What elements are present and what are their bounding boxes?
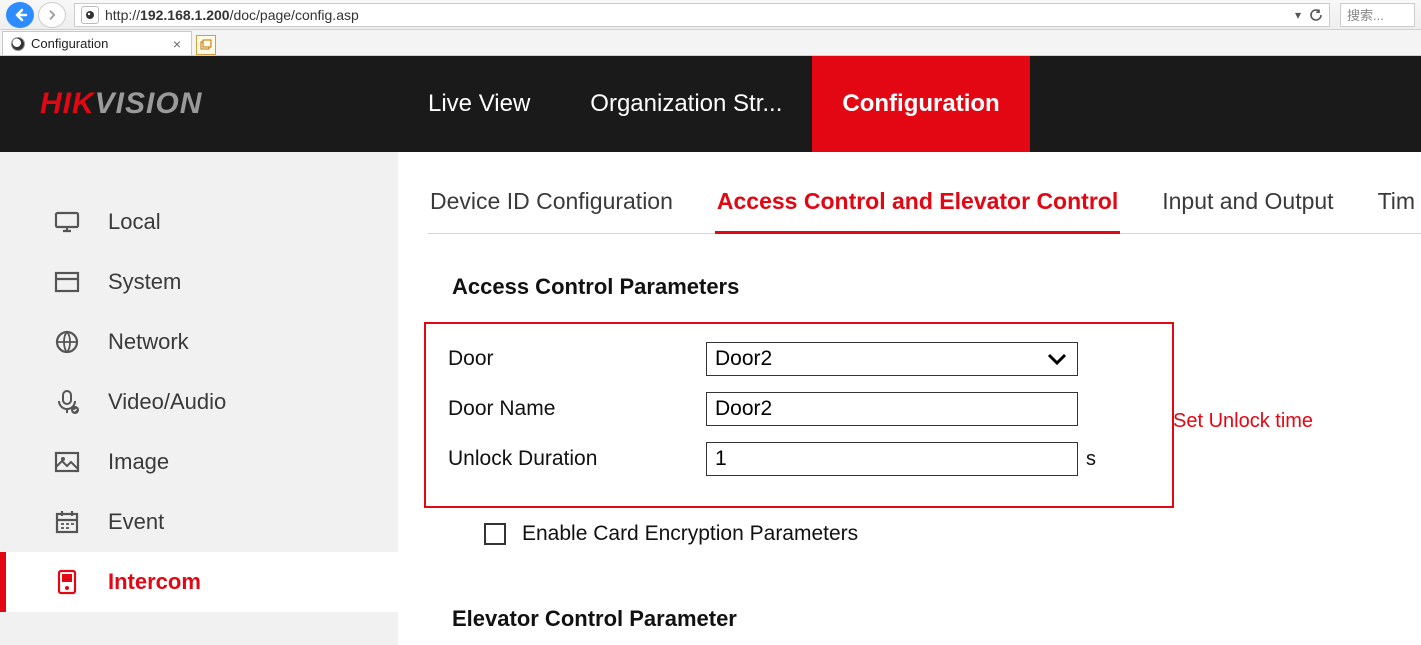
app-header: HIKVISION Live View Organization Str... … bbox=[0, 56, 1421, 152]
new-tab-button[interactable] bbox=[196, 35, 216, 55]
label-unlock-duration: Unlock Duration bbox=[438, 447, 706, 471]
row-unlock-duration: Unlock Duration s bbox=[438, 434, 1160, 484]
unlock-duration-input[interactable] bbox=[706, 442, 1078, 476]
sidebar-item-system[interactable]: System bbox=[0, 252, 398, 312]
dropdown-caret-icon[interactable]: ▾ bbox=[1295, 8, 1301, 22]
sidebar-item-video-audio[interactable]: Video/Audio bbox=[0, 372, 398, 432]
logo-part2: VISION bbox=[95, 87, 203, 121]
sidebar-item-event[interactable]: Event bbox=[0, 492, 398, 552]
back-button[interactable] bbox=[6, 2, 34, 28]
row-door: Door Door2 bbox=[438, 334, 1160, 384]
sub-tabs: Device ID Configuration Access Control a… bbox=[428, 182, 1421, 234]
tab-device-id[interactable]: Device ID Configuration bbox=[428, 182, 675, 223]
sidebar-item-network[interactable]: Network bbox=[0, 312, 398, 372]
sidebar-item-label: Image bbox=[108, 449, 169, 475]
door-name-input[interactable] bbox=[706, 392, 1078, 426]
door-select-value: Door2 bbox=[715, 347, 772, 371]
tab-access-control[interactable]: Access Control and Elevator Control bbox=[715, 182, 1120, 223]
browser-search-input[interactable]: 搜索... bbox=[1340, 3, 1415, 27]
search-placeholder: 搜索... bbox=[1347, 5, 1384, 24]
intercom-icon bbox=[52, 567, 82, 597]
forward-button[interactable] bbox=[38, 2, 66, 28]
section-title: Elevator Control Parameter bbox=[452, 606, 1421, 632]
section-title: Access Control Parameters bbox=[452, 274, 1421, 300]
sidebar-item-label: Video/Audio bbox=[108, 389, 226, 415]
calendar-icon bbox=[52, 507, 82, 537]
site-identity-icon bbox=[81, 6, 99, 24]
door-select[interactable]: Door2 bbox=[706, 342, 1078, 376]
tab-favicon-icon bbox=[11, 37, 25, 51]
elevator-control-section: Elevator Control Parameter bbox=[452, 606, 1421, 632]
address-bar[interactable]: http://192.168.1.200/doc/page/config.asp… bbox=[74, 3, 1330, 27]
highlight-box: Door Door2 Door Name Unlock Duration bbox=[424, 322, 1174, 508]
logo-part1: HIK bbox=[40, 87, 95, 121]
browser-tab-strip: Configuration × bbox=[0, 30, 1421, 56]
enable-encryption-label: Enable Card Encryption Parameters bbox=[522, 522, 858, 546]
sidebar-item-local[interactable]: Local bbox=[0, 192, 398, 252]
access-control-section: Access Control Parameters Door Door2 Doo… bbox=[452, 274, 1421, 546]
browser-tab[interactable]: Configuration × bbox=[2, 31, 192, 55]
browser-toolbar: http://192.168.1.200/doc/page/config.asp… bbox=[0, 0, 1421, 30]
sidebar-item-intercom[interactable]: Intercom bbox=[0, 552, 398, 612]
window-icon bbox=[52, 267, 82, 297]
content-pane: Device ID Configuration Access Control a… bbox=[398, 152, 1421, 645]
sidebar-item-label: Event bbox=[108, 509, 164, 535]
chevron-down-icon bbox=[1047, 352, 1067, 366]
address-bar-right: ▾ bbox=[1295, 8, 1323, 22]
url-text: http://192.168.1.200/doc/page/config.asp bbox=[105, 7, 1289, 23]
sidebar-item-label: Network bbox=[108, 329, 189, 355]
nav-live-view[interactable]: Live View bbox=[398, 56, 560, 152]
nav-organization[interactable]: Organization Str... bbox=[560, 56, 812, 152]
monitor-icon bbox=[52, 207, 82, 237]
row-door-name: Door Name bbox=[438, 384, 1160, 434]
annotation-set-unlock-time: Set Unlock time bbox=[1173, 410, 1313, 433]
logo: HIKVISION bbox=[0, 56, 398, 152]
image-icon bbox=[52, 447, 82, 477]
enable-encryption-checkbox[interactable] bbox=[484, 523, 506, 545]
nav-configuration[interactable]: Configuration bbox=[812, 56, 1029, 152]
main-area: Local System Network Video/Audio Image bbox=[0, 152, 1421, 645]
sidebar: Local System Network Video/Audio Image bbox=[0, 152, 398, 645]
close-tab-icon[interactable]: × bbox=[171, 36, 183, 52]
tab-time[interactable]: Tim bbox=[1376, 182, 1417, 223]
row-enable-encryption: Enable Card Encryption Parameters bbox=[484, 522, 1421, 546]
sidebar-item-label: Intercom bbox=[108, 569, 201, 595]
top-nav: Live View Organization Str... Configurat… bbox=[398, 56, 1030, 152]
unlock-unit: s bbox=[1086, 448, 1096, 471]
sidebar-item-label: System bbox=[108, 269, 181, 295]
label-door-name: Door Name bbox=[438, 397, 706, 421]
globe-icon bbox=[52, 327, 82, 357]
refresh-icon[interactable] bbox=[1309, 8, 1323, 22]
sidebar-item-image[interactable]: Image bbox=[0, 432, 398, 492]
sidebar-item-label: Local bbox=[108, 209, 161, 235]
label-door: Door bbox=[438, 347, 706, 371]
mic-icon bbox=[52, 387, 82, 417]
tab-input-output[interactable]: Input and Output bbox=[1160, 182, 1335, 223]
tab-title: Configuration bbox=[31, 36, 165, 51]
